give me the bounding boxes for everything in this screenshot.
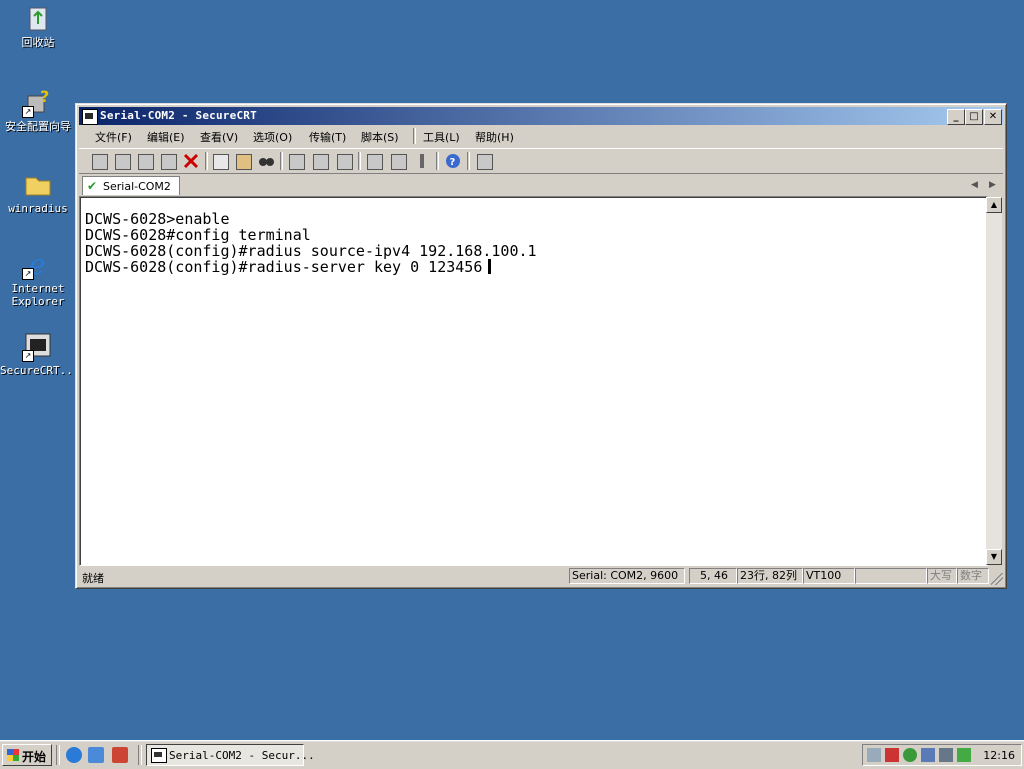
tab-serial-com2[interactable]: ✔ Serial-COM2 [82, 176, 180, 195]
tray-network-icon[interactable] [903, 748, 917, 762]
connect-tab-icon[interactable] [136, 152, 154, 170]
toolbar-separator [436, 152, 439, 170]
help-icon[interactable]: ? [444, 152, 462, 170]
status-num: 数字 [957, 568, 989, 584]
status-blank [855, 568, 927, 584]
status-connection: Serial: COM2, 9600 [569, 568, 685, 584]
close-button[interactable]: ✕ [984, 109, 1002, 125]
tab-label: Serial-COM2 [103, 180, 171, 193]
securecrt-icon: ↗ [22, 330, 54, 362]
taskbar-separator [138, 745, 142, 765]
print-selection-icon[interactable] [311, 152, 329, 170]
menu-separator [413, 128, 416, 144]
scroll-up-icon[interactable]: ▲ [986, 197, 1002, 213]
menu-edit[interactable]: 编辑(E) [147, 129, 185, 145]
menu-view[interactable]: 查看(V) [200, 129, 238, 145]
sftp-icon[interactable] [475, 152, 493, 170]
toolbar-separator [467, 152, 470, 170]
menu-options[interactable]: 选项(O) [253, 129, 292, 145]
tray-shield-icon[interactable] [957, 748, 971, 762]
start-button[interactable]: 开始 [2, 744, 52, 766]
securecrt-window: Serial-COM2 - SecureCRT _ □ ✕ 文件(F) 编辑(E… [75, 103, 1007, 589]
toolbar-separator [205, 152, 208, 170]
paste-icon[interactable] [234, 152, 252, 170]
terminal-output: DCWS-6028>enable DCWS-6028#config termin… [85, 211, 537, 275]
desktop-icon-internet-explorer[interactable]: e ↗ Internet Explorer [0, 248, 76, 308]
session-options-icon[interactable] [365, 152, 383, 170]
tool-icon[interactable] [112, 747, 128, 763]
taskbar: 开始 Serial-COM2 - Secur... 12:16 [0, 740, 1024, 769]
printer-setup-icon[interactable] [335, 152, 353, 170]
desktop-icon-winradius[interactable]: winradius [0, 168, 76, 215]
toolbar-separator [358, 152, 361, 170]
internet-explorer-icon: e ↗ [22, 248, 54, 281]
menu-help[interactable]: 帮助(H) [475, 129, 514, 145]
desktop-icon[interactable] [88, 747, 104, 763]
title-bar[interactable]: Serial-COM2 - SecureCRT _ □ ✕ [79, 107, 1003, 125]
tray-printer-icon[interactable] [867, 748, 881, 762]
status-emulation: VT100 [803, 568, 855, 584]
tray-tool-icon[interactable] [885, 748, 899, 762]
minimize-button[interactable]: _ [947, 109, 965, 125]
desktop-icon-label: winradius [8, 202, 68, 215]
tray-monitor-icon[interactable] [939, 748, 953, 762]
copy-icon[interactable] [211, 152, 229, 170]
clock: 12:16 [983, 749, 1015, 762]
toolbar-separator [280, 152, 283, 170]
status-cursor-position: 5, 46 [689, 568, 737, 584]
resize-grip[interactable] [991, 573, 1003, 585]
desktop-icon-label: SecureCRT... [0, 364, 80, 377]
menu-file[interactable]: 文件(F) [95, 129, 132, 145]
desktop-icon-securecrt[interactable]: ↗ SecureCRT... [0, 330, 80, 377]
status-terminal-size: 23行, 82列 [737, 568, 803, 584]
windows-flag-icon [7, 749, 19, 761]
session-tab-bar: ✔ Serial-COM2 ◀ ▶ [79, 174, 1003, 196]
disconnect-icon[interactable] [182, 152, 200, 170]
securecrt-task-icon [151, 748, 167, 763]
reconnect-icon[interactable] [159, 152, 177, 170]
find-icon[interactable] [257, 152, 275, 170]
connect-icon[interactable] [90, 152, 108, 170]
desktop-icon-recycle-bin[interactable]: 回收站 [0, 2, 76, 49]
terminal-line: DCWS-6028(config)#radius-server key 0 12… [85, 258, 483, 276]
tray-computer-icon[interactable] [921, 748, 935, 762]
tab-scroll-right-icon[interactable]: ▶ [989, 180, 996, 190]
scroll-down-icon[interactable]: ▼ [986, 549, 1002, 565]
tab-scroll-left-icon[interactable]: ◀ [971, 180, 978, 190]
vertical-scrollbar[interactable]: ▲ ▼ [986, 197, 1002, 565]
keymap-icon[interactable] [413, 152, 431, 170]
menu-tools[interactable]: 工具(L) [423, 129, 460, 145]
window-title: Serial-COM2 - SecureCRT [100, 109, 257, 122]
desktop-icon-label: Internet Explorer [11, 282, 65, 308]
system-tray: 12:16 [862, 744, 1022, 766]
svg-text:?: ? [450, 157, 456, 168]
toolbar: ? [79, 148, 1003, 174]
menu-script[interactable]: 脚本(S) [361, 129, 399, 145]
desktop-icon-label: 安全配置向导 [5, 120, 71, 133]
terminal-area[interactable]: DCWS-6028>enable DCWS-6028#config termin… [79, 196, 988, 566]
global-options-icon[interactable] [389, 152, 407, 170]
status-bar: 就绪 Serial: COM2, 9600 5, 46 23行, 82列 VT1… [79, 567, 1003, 585]
maximize-button[interactable]: □ [965, 109, 983, 125]
text-cursor [488, 259, 492, 274]
task-label: Serial-COM2 - Secur... [169, 749, 315, 762]
start-label: 开始 [22, 750, 47, 764]
print-icon[interactable] [287, 152, 305, 170]
recycle-bin-icon [22, 2, 54, 34]
security-wizard-icon: ? ↗ [22, 86, 54, 118]
ie-icon[interactable] [66, 747, 82, 763]
menu-transfer[interactable]: 传输(T) [309, 129, 346, 145]
quick-connect-icon[interactable] [113, 152, 131, 170]
menu-bar: 文件(F) 编辑(E) 查看(V) 选项(O) 传输(T) 脚本(S) 工具(L… [79, 126, 1003, 146]
desktop-icon-security-wizard[interactable]: ? ↗ 安全配置向导 [0, 86, 76, 133]
svg-text:?: ? [40, 87, 49, 106]
connected-check-icon: ✔ [87, 179, 98, 193]
task-button-securecrt[interactable]: Serial-COM2 - Secur... [146, 744, 315, 766]
folder-icon [22, 168, 54, 200]
status-ready: 就绪 [82, 572, 104, 585]
desktop-icon-label: 回收站 [21, 36, 55, 49]
taskbar-separator [56, 745, 60, 765]
app-icon[interactable] [82, 109, 98, 125]
status-caps: 大写 [927, 568, 957, 584]
